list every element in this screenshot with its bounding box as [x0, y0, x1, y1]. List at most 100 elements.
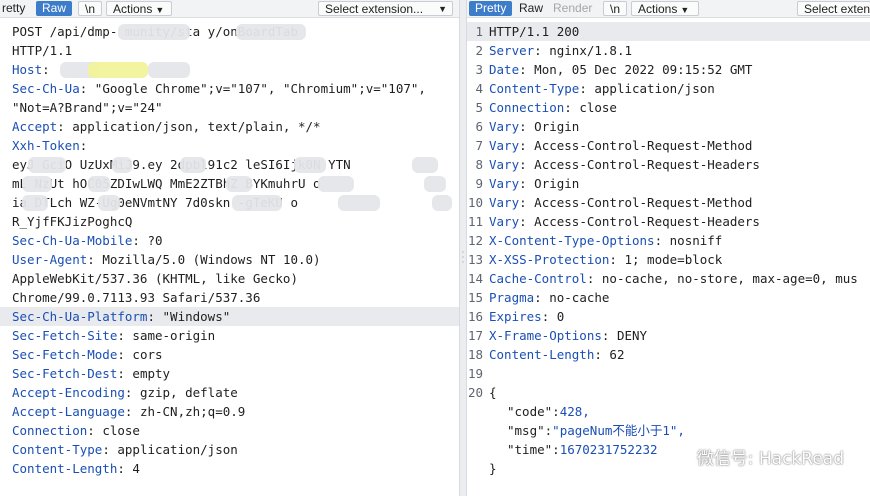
actions-dropdown[interactable]: Actions ▼	[631, 1, 699, 16]
header-name: Vary	[489, 214, 520, 229]
header-value: "Google Chrome";v="107", "Chromium";v="1…	[94, 81, 426, 96]
request-pane: retty Raw \n Actions ▼ Select extension..…	[0, 0, 459, 496]
json-key: "msg"	[507, 423, 545, 438]
response-line: 19	[467, 364, 870, 383]
select-extension-dropdown[interactable]: Select extension... ▼	[318, 1, 453, 16]
header-name: Sec-Ch-Ua-Mobile	[12, 233, 133, 248]
header-value: 0	[556, 309, 565, 324]
redaction-blur	[412, 157, 438, 173]
header-name: Connection	[12, 423, 88, 438]
header-separator: :	[579, 81, 595, 96]
header-separator: :	[117, 461, 133, 476]
pane-splitter[interactable]: · · ·	[459, 0, 467, 496]
response-line-text: Vary: Access-Control-Request-Headers	[489, 155, 760, 174]
header-separator: :	[594, 347, 610, 362]
tab-newline-toggle[interactable]: \n	[78, 1, 103, 16]
line-number: 14	[467, 271, 483, 286]
redaction-blur	[88, 176, 110, 192]
line-number: 13	[467, 252, 483, 267]
header-name: Accept	[12, 119, 58, 134]
select-extension-dropdown[interactable]: Select extens	[797, 1, 870, 16]
json-entry: "code":428,	[507, 402, 590, 421]
request-line: "Not=A?Brand";v="24"	[0, 98, 459, 117]
request-line: Xxh-Token:	[0, 136, 459, 155]
response-line: 20 {	[467, 383, 870, 402]
response-line-text: Server: nginx/1.8.1	[489, 41, 632, 60]
redaction-blur	[180, 157, 206, 173]
json-close-brace: }	[489, 461, 497, 476]
header-separator: :	[117, 328, 133, 343]
redaction-blur	[432, 195, 452, 211]
response-line-text: Vary: Access-Control-Request-Method	[489, 193, 752, 212]
request-line: Accept-Language: zh-CN,zh;q=0.9	[0, 402, 459, 421]
header-name: Server	[489, 43, 535, 58]
header-name: Connection	[489, 100, 565, 115]
json-value: 428,	[559, 404, 590, 419]
request-line	[0, 478, 459, 496]
redaction-blur	[22, 195, 48, 211]
actions-label: Actions	[638, 2, 678, 16]
request-line: HTTP/1.1	[0, 41, 459, 60]
response-line: 12 X-Content-Type-Options: nosniff	[467, 231, 870, 250]
line-number: 6	[475, 119, 483, 134]
response-line: 8 Vary: Access-Control-Request-Headers	[467, 155, 870, 174]
tab-render[interactable]: Render	[547, 1, 598, 16]
response-line-text: Content-Type: application/json	[489, 79, 715, 98]
header-separator: :	[124, 385, 140, 400]
header-separator: :	[102, 442, 118, 457]
request-line-text: Sec-Ch-Ua-Platform: "Windows"	[12, 307, 230, 326]
header-value: no-cache	[549, 290, 610, 305]
header-separator: :	[601, 328, 617, 343]
request-line-text: Sec-Ch-Ua: "Google Chrome";v="107", "Chr…	[12, 79, 426, 98]
header-separator: :	[534, 290, 550, 305]
json-body-line: "msg":"pageNum不能小于1",	[467, 421, 870, 440]
line-number: 4	[475, 81, 483, 96]
header-name: Accept-Encoding	[12, 385, 125, 400]
header-separator: :	[519, 195, 535, 210]
header-separator: :	[586, 271, 602, 286]
tab-pretty[interactable]: Pretty	[469, 1, 513, 16]
header-value: application/json, text/plain, */*	[72, 119, 321, 134]
response-line: 13 X-XSS-Protection: 1; mode=block	[467, 250, 870, 269]
tab-raw[interactable]: Raw	[513, 1, 549, 16]
select-extension-label: Select extension...	[325, 2, 424, 16]
header-value: Origin	[534, 119, 580, 134]
request-line-text: Accept-Encoding: gzip, deflate	[12, 383, 238, 402]
line-number: 12	[467, 233, 483, 248]
header-separator: :	[519, 176, 535, 191]
response-editor[interactable]: 1 HTTP/1.1 200 2 Server: nginx/1.8.1 3 Date: …	[467, 22, 870, 496]
redaction-blur	[22, 176, 52, 192]
header-name: User-Agent	[12, 252, 88, 267]
json-value: "pageNum不能小于1",	[552, 423, 685, 438]
tab-raw[interactable]: Raw	[36, 1, 73, 16]
redaction-blur	[98, 195, 120, 211]
header-value: close	[102, 423, 140, 438]
request-line: Accept: application/json, text/plain, */…	[0, 117, 459, 136]
tab-pretty[interactable]: retty	[0, 1, 31, 16]
request-editor[interactable]: POST /api/dmp- munity/sta y/onBoardTab HT…	[0, 22, 459, 496]
header-separator: :	[564, 100, 580, 115]
splitter-grip-icon: · · ·	[461, 247, 465, 267]
header-name: X-Frame-Options	[489, 328, 602, 343]
actions-label: Actions	[113, 2, 153, 16]
header-value: 62	[609, 347, 625, 362]
request-line-text: AppleWebKit/537.36 (KHTML, like Gecko)	[12, 271, 298, 286]
line-number: 9	[475, 176, 483, 191]
response-line-text: Connection: close	[489, 98, 617, 117]
header-value: nginx/1.8.1	[549, 43, 633, 58]
response-line-text: Vary: Origin	[489, 174, 579, 193]
request-line-text: mL NzUt hOC05ZDIwLWQ MmE2ZTBhZ BYKmuhrU …	[12, 176, 321, 191]
redaction-blur	[424, 176, 446, 192]
tab-newline-toggle[interactable]: \n	[603, 1, 628, 16]
request-line: eyJ GciO UzUxMiJ9.ey 2dpbl91c2 leSI6Ijk0…	[0, 155, 459, 174]
line-number: 2	[475, 43, 483, 58]
request-line-text: Sec-Ch-Ua-Mobile: ?0	[12, 231, 163, 250]
request-line: User-Agent: Mozilla/5.0 (Windows NT 10.0…	[0, 250, 459, 269]
request-line-text: Accept: application/json, text/plain, */…	[12, 117, 321, 136]
header-separator: :	[534, 43, 550, 58]
header-separator: :	[519, 157, 535, 172]
request-line: Sec-Ch-Ua-Platform: "Windows"	[0, 307, 459, 326]
request-line: Sec-Fetch-Mode: cors	[0, 345, 459, 364]
line-number: 11	[467, 214, 483, 229]
actions-dropdown[interactable]: Actions ▼	[106, 1, 172, 16]
